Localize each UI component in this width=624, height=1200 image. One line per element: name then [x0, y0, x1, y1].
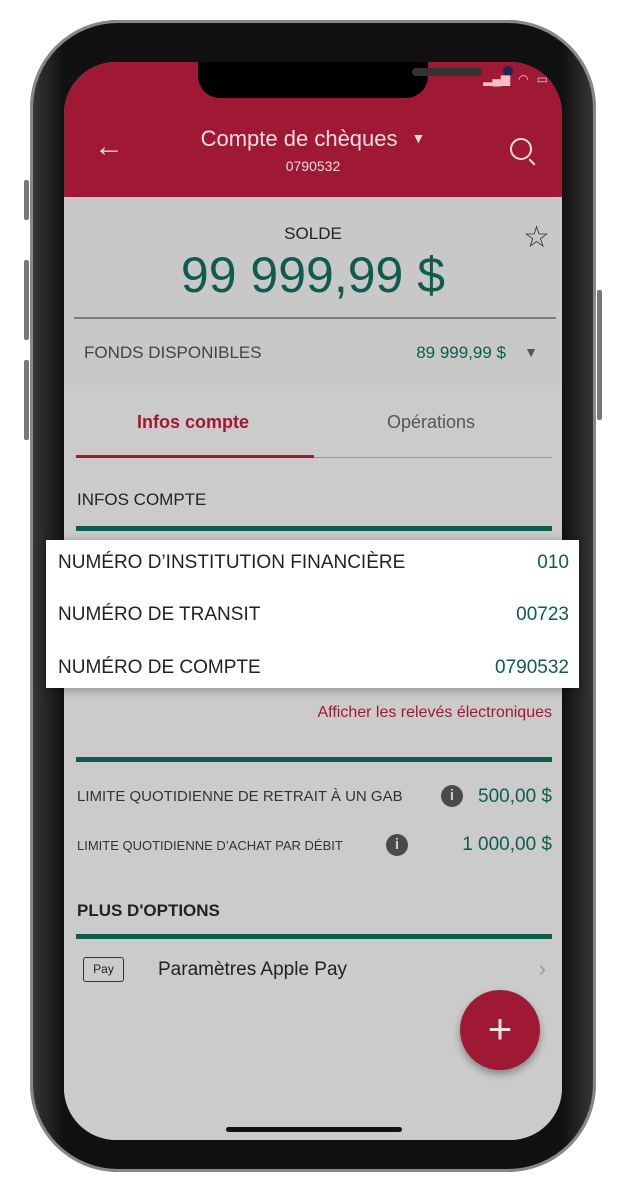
account-selector[interactable]: Compte de chèques ▼ — [64, 126, 562, 152]
available-amount: 89 999,99 $ — [416, 343, 506, 362]
power-button — [597, 290, 602, 420]
tab-operations[interactable]: Opérations — [387, 412, 475, 433]
row-label: NUMÉRO D’INSTITUTION FINANCIÈRE — [58, 552, 406, 573]
limit-label: LIMITE QUOTIDIENNE D’ACHAT PAR DÉBIT — [77, 838, 343, 853]
tab-indicator — [76, 455, 314, 458]
limit-value: 1 000,00 $ — [462, 834, 552, 855]
status-bar: ▂▄▆ ◠ ▭ — [483, 72, 548, 86]
wifi-icon: ◠ — [518, 72, 529, 86]
apple-pay-icon: Pay — [83, 957, 124, 982]
available-label: FONDS DISPONIBLES — [84, 343, 262, 362]
info-icon[interactable]: i — [441, 785, 463, 807]
account-number: 0790532 — [285, 158, 341, 174]
info-icon[interactable]: i — [386, 834, 408, 856]
options-heading: PLUS D'OPTIONS — [77, 901, 220, 920]
account-info-card: NUMÉRO D’INSTITUTION FINANCIÈRE 010 NUMÉR… — [46, 540, 579, 688]
volume-up-button — [24, 260, 29, 340]
star-icon[interactable]: ☆ — [523, 220, 550, 255]
row-label: NUMÉRO DE COMPTE — [58, 657, 261, 678]
apple-pay-settings-label: Paramètres Apple Pay — [158, 959, 348, 980]
caret-down-icon: ▼ — [411, 130, 426, 146]
page-title: Compte de chèques — [200, 126, 398, 151]
apple-pay-badge-text: Pay — [93, 962, 114, 976]
side-button — [24, 180, 29, 220]
notch — [198, 62, 513, 98]
info-row: NUMÉRO DE TRANSIT 00723 — [58, 604, 569, 626]
limit-label: LIMITE QUOTIDIENNE DE RETRAIT À UN GAB — [77, 788, 403, 805]
chevron-down-icon[interactable]: ▼ — [524, 344, 538, 360]
add-button[interactable]: + — [460, 990, 540, 1070]
info-row: NUMÉRO D’INSTITUTION FINANCIÈRE 010 — [58, 552, 569, 574]
row-value: 0790532 — [495, 657, 569, 678]
home-indicator — [226, 1127, 402, 1132]
section-divider — [76, 526, 552, 531]
balance-amount: 99 999,99 $ — [180, 247, 446, 303]
tab-infos-compte[interactable]: Infos compte — [137, 412, 249, 433]
search-icon[interactable] — [510, 138, 532, 160]
statements-link[interactable]: Afficher les relevés électroniques — [318, 704, 553, 722]
signal-icon: ▂▄▆ — [483, 72, 511, 86]
limit-value: 500,00 $ — [478, 786, 552, 807]
info-row: NUMÉRO DE COMPTE 0790532 — [58, 657, 569, 679]
balance-label: SOLDE — [284, 224, 342, 243]
chevron-right-icon: › — [538, 956, 546, 981]
section-divider — [76, 757, 552, 762]
info-heading: INFOS COMPTE — [77, 490, 207, 509]
header: ▂▄▆ ◠ ▭ ← Compte de chèques ▼ 0790532 — [64, 62, 562, 197]
battery-icon: ▭ — [536, 72, 548, 86]
row-value: 00723 — [516, 604, 569, 625]
divider — [74, 317, 556, 319]
volume-down-button — [24, 360, 29, 440]
section-divider — [76, 934, 552, 939]
row-value: 010 — [537, 552, 569, 573]
row-label: NUMÉRO DE TRANSIT — [58, 604, 261, 625]
